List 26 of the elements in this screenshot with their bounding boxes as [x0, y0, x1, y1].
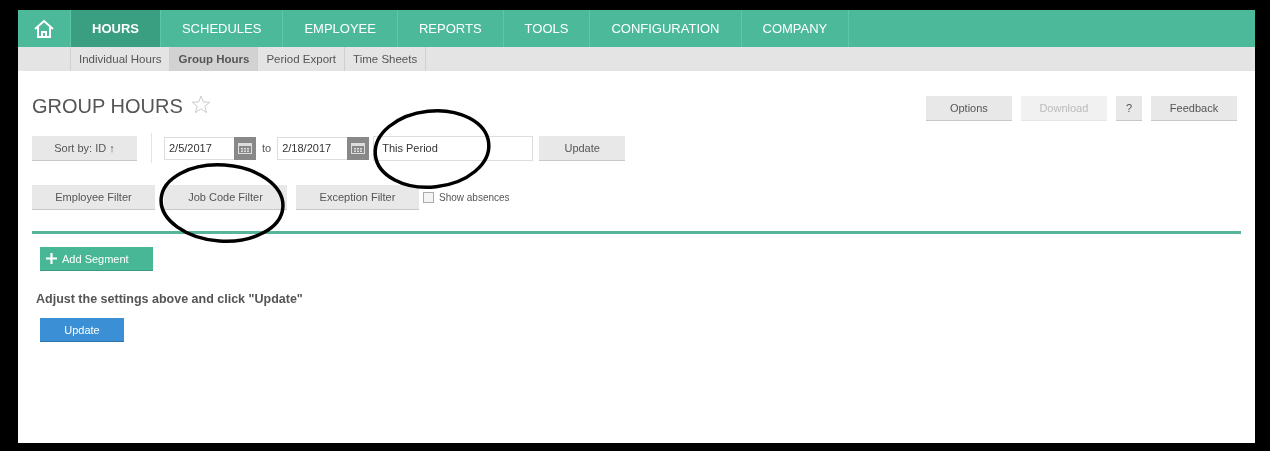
to-label: to	[262, 142, 272, 154]
subnav-tab[interactable]: Group Hours	[169, 47, 258, 71]
calendar-icon[interactable]	[351, 142, 366, 154]
sort-dropdown[interactable]: Sort by: ID ↑	[32, 135, 137, 161]
update-button[interactable]: Update	[539, 135, 626, 161]
star-icon[interactable]	[190, 95, 211, 114]
end-date-field[interactable]: 2/18/2017	[277, 136, 348, 160]
checkbox-label: Show absences	[439, 192, 510, 203]
action-button[interactable]: ?	[1115, 96, 1142, 121]
filter-button[interactable]: Job Code Filter	[164, 185, 287, 210]
page-title: GROUP HOURS	[32, 95, 183, 118]
start-date-field[interactable]: 2/5/2017	[164, 136, 234, 160]
calendar-icon[interactable]	[238, 142, 252, 154]
subnav-tab[interactable]: Time Sheets	[344, 47, 427, 71]
home-icon[interactable]	[33, 18, 55, 39]
update-button[interactable]: Update	[40, 318, 124, 342]
action-button[interactable]: Options	[925, 96, 1012, 121]
subnav-tab[interactable]: Period Export	[257, 47, 345, 71]
checkbox[interactable]	[423, 192, 434, 203]
filter-button[interactable]: Exception Filter	[296, 185, 419, 210]
action-button[interactable]: Feedback	[1151, 96, 1237, 121]
plus-icon	[46, 253, 57, 264]
filter-button[interactable]: Employee Filter	[32, 185, 155, 210]
period-select[interactable]: This Period	[373, 135, 534, 161]
instruction-text: Adjust the settings above and click "Update"	[36, 292, 304, 306]
nav-tab[interactable]: HOURS	[71, 10, 161, 47]
